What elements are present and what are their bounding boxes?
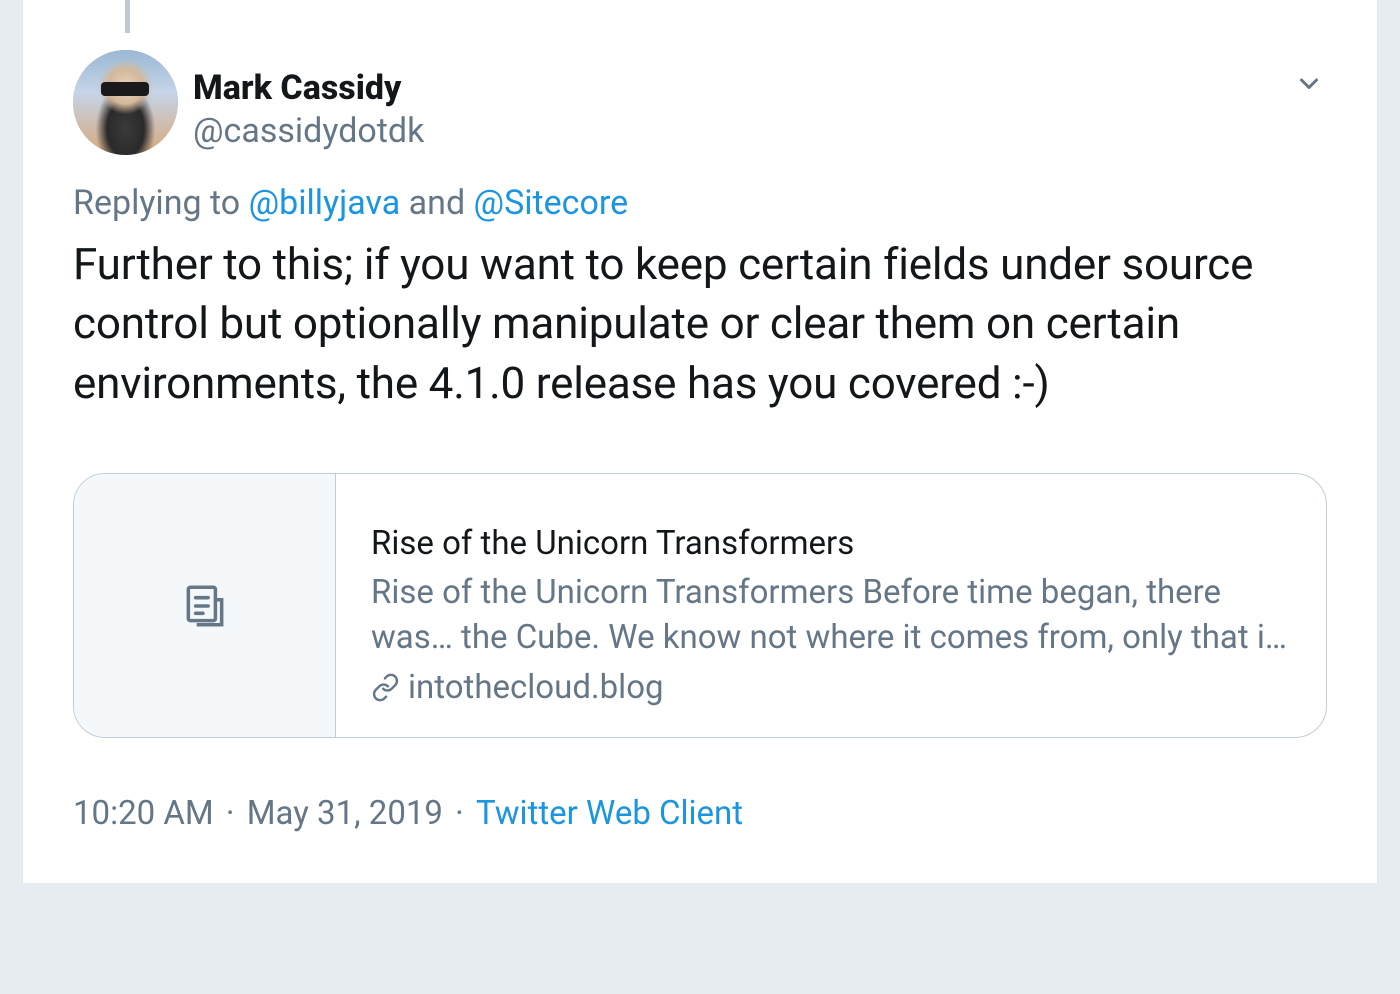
meta-separator: · [447,794,472,833]
reply-prefix: Replying to [73,183,249,223]
tweet-card: Mark Cassidy @cassidydotdk Replying to @… [22,0,1378,883]
reply-connector: and [400,183,473,223]
link-card-domain: intothecloud.blog [371,668,1291,707]
link-card-thumbnail [74,474,336,737]
link-preview-card[interactable]: Rise of the Unicorn Transformers Rise of… [73,473,1327,738]
reply-context: Replying to @billyjava and @Sitecore [73,183,1327,223]
tweet-meta: 10:20 AM · May 31, 2019 · Twitter Web Cl… [73,794,1327,833]
avatar-image [73,50,178,155]
document-icon [180,581,230,631]
avatar[interactable] [73,50,178,155]
display-name[interactable]: Mark Cassidy [193,68,424,109]
link-card-description: Rise of the Unicorn Transformers Before … [371,571,1291,660]
avatar-image-detail [101,82,149,96]
meta-separator: · [218,794,243,833]
tweet-source[interactable]: Twitter Web Client [476,794,743,833]
chevron-down-icon [1291,65,1327,101]
more-options-button[interactable] [1291,65,1327,105]
link-card-content: Rise of the Unicorn Transformers Rise of… [336,474,1326,737]
reply-mention[interactable]: @billyjava [249,183,401,223]
username[interactable]: @cassidydotdk [193,111,424,152]
tweet-header: Mark Cassidy @cassidydotdk [73,5,1327,155]
link-card-domain-text: intothecloud.blog [408,668,664,707]
link-card-title: Rise of the Unicorn Transformers [371,524,1291,563]
link-icon [371,673,400,702]
tweet-time[interactable]: 10:20 AM [73,794,214,833]
reply-mention[interactable]: @Sitecore [474,183,629,223]
tweet-date[interactable]: May 31, 2019 [247,794,443,833]
user-info: Mark Cassidy @cassidydotdk [193,50,424,152]
tweet-text: Further to this; if you want to keep cer… [73,235,1327,413]
